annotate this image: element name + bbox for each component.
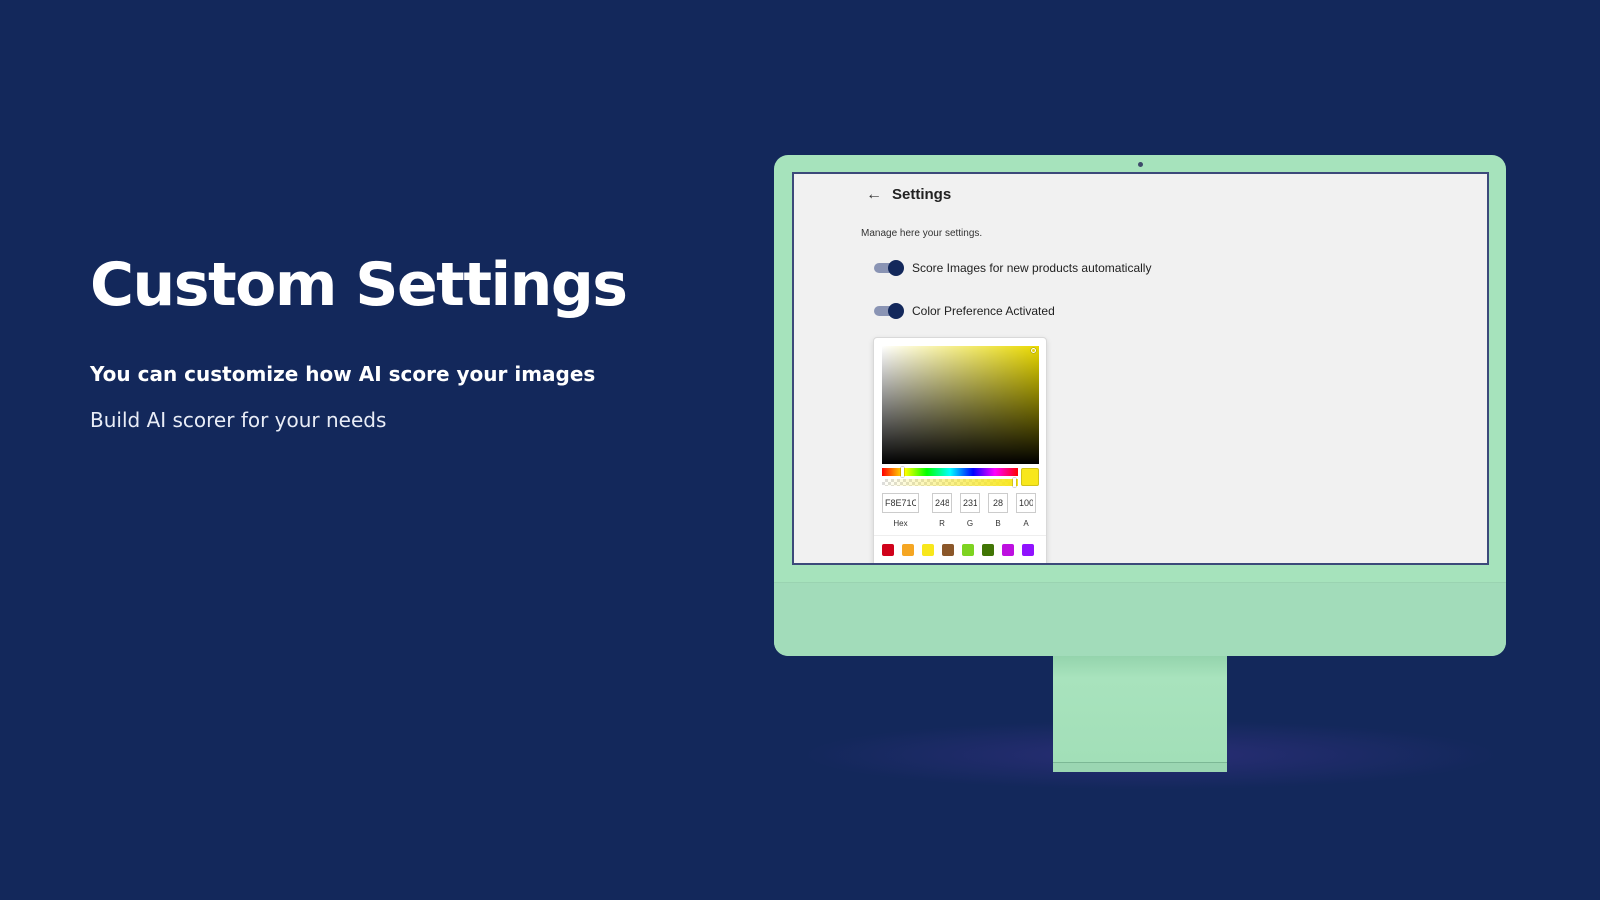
g-label: G: [966, 519, 974, 528]
hex-field: Hex: [882, 493, 919, 528]
preset-color-swatch[interactable]: [902, 544, 914, 556]
monitor-stand: [1053, 650, 1227, 762]
monitor: ← Settings Manage here your settings. Sc…: [774, 155, 1506, 656]
picker-divider: [874, 535, 1046, 536]
back-arrow-icon[interactable]: ←: [866, 186, 882, 203]
b-label: B: [995, 519, 1001, 528]
hero-title: Custom Settings: [90, 250, 628, 320]
score-images-toggle[interactable]: [874, 260, 904, 276]
hex-label: Hex: [893, 519, 908, 528]
hero-tagline: Build AI scorer for your needs: [90, 408, 387, 432]
r-input[interactable]: [932, 493, 952, 513]
alpha-slider[interactable]: [882, 478, 1018, 487]
preset-color-swatch[interactable]: [922, 544, 934, 556]
a-label: A: [1023, 519, 1029, 528]
preset-color-swatch[interactable]: [1022, 544, 1034, 556]
preset-color-swatch[interactable]: [962, 544, 974, 556]
color-preference-label: Color Preference Activated: [912, 304, 1055, 318]
toggle-thumb: [888, 303, 904, 319]
color-picker: Hex R G B A: [873, 337, 1047, 563]
preset-color-swatch[interactable]: [1002, 544, 1014, 556]
hue-handle[interactable]: [901, 467, 904, 477]
preset-color-swatch[interactable]: [982, 544, 994, 556]
score-images-label: Score Images for new products automatica…: [912, 261, 1152, 275]
g-field: G: [960, 493, 980, 528]
setting-score-images: Score Images for new products automatica…: [874, 260, 1151, 276]
settings-description: Manage here your settings.: [861, 228, 983, 239]
b-field: B: [988, 493, 1008, 528]
preset-color-swatch[interactable]: [942, 544, 954, 556]
monitor-screen: ← Settings Manage here your settings. Sc…: [792, 172, 1489, 565]
page-title: Settings: [892, 186, 952, 203]
r-field: R: [932, 493, 952, 528]
a-field: A: [1016, 493, 1036, 528]
preset-color-swatch[interactable]: [882, 544, 894, 556]
a-input[interactable]: [1016, 493, 1036, 513]
g-input[interactable]: [960, 493, 980, 513]
saturation-area[interactable]: [882, 346, 1039, 464]
saturation-handle[interactable]: [1031, 348, 1036, 353]
settings-header: ← Settings: [866, 186, 951, 203]
hue-slider[interactable]: [882, 467, 1018, 477]
monitor-stand-foot: [1053, 762, 1227, 772]
preset-swatches: [882, 544, 1034, 556]
hex-input[interactable]: [882, 493, 919, 513]
hero-subtitle: You can customize how AI score your imag…: [90, 362, 596, 386]
camera-dot: [1138, 162, 1143, 167]
color-preference-toggle[interactable]: [874, 303, 904, 319]
toggle-thumb: [888, 260, 904, 276]
b-input[interactable]: [988, 493, 1008, 513]
monitor-chin: [774, 582, 1506, 656]
selected-color-swatch: [1021, 468, 1039, 486]
setting-color-preference: Color Preference Activated: [874, 303, 1055, 319]
alpha-handle[interactable]: [1013, 478, 1016, 487]
r-label: R: [939, 519, 945, 528]
